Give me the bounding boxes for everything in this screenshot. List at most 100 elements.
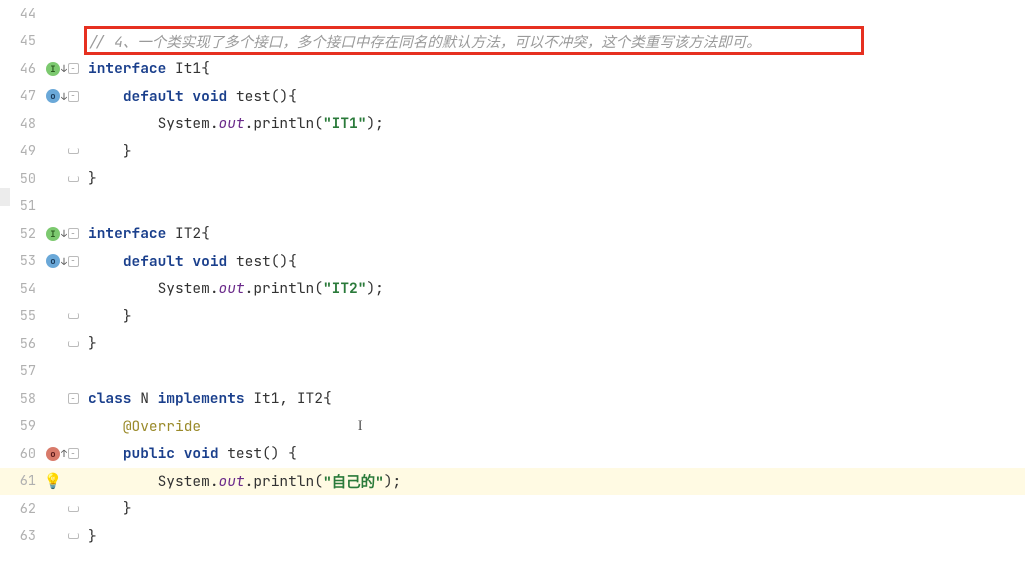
code-line[interactable]: interface IT2{	[82, 220, 1025, 248]
code-line[interactable]: }	[82, 495, 1025, 523]
fold-end-handle-icon[interactable]	[68, 148, 79, 154]
fold-end-handle-icon[interactable]	[68, 341, 79, 347]
token-field-italic: out	[219, 279, 245, 298]
token-string: "IT1"	[323, 114, 367, 133]
overridden-in-icon[interactable]: o	[46, 254, 60, 268]
line-number: 57	[0, 362, 42, 380]
indent	[88, 499, 123, 518]
line-number: 53	[0, 252, 42, 270]
code-line[interactable]	[82, 193, 1025, 221]
fold-cell	[64, 176, 82, 182]
fold-handle-icon[interactable]: −	[68, 448, 79, 459]
code-line[interactable]: @Override I	[82, 413, 1025, 441]
gutter-icon-cell: I	[42, 62, 64, 76]
code-line[interactable]: class N implements It1, IT2{	[82, 385, 1025, 413]
token-punct	[175, 444, 184, 463]
token-keyword: interface	[88, 59, 166, 78]
code-line[interactable]: default void test(){	[82, 83, 1025, 111]
indent	[88, 142, 123, 161]
code-area[interactable]: // 4、一个类实现了多个接口，多个接口中存在同名的默认方法，可以不冲突，这个类…	[82, 0, 1025, 567]
token-classname: IT2	[297, 389, 323, 408]
token-classname: IT2	[175, 224, 201, 243]
token-punct	[184, 252, 193, 271]
fold-end-handle-icon[interactable]	[68, 533, 79, 539]
line-number: 45	[0, 32, 42, 50]
line-number: 56	[0, 335, 42, 353]
fold-end-handle-icon[interactable]	[68, 506, 79, 512]
line-number: 49	[0, 142, 42, 160]
fold-end-handle-icon[interactable]	[68, 313, 79, 319]
token-keyword: default	[123, 87, 184, 106]
line-number: 60	[0, 445, 42, 463]
token-punct: .	[210, 279, 219, 298]
code-line[interactable]: // 4、一个类实现了多个接口，多个接口中存在同名的默认方法，可以不冲突，这个类…	[82, 28, 1025, 56]
code-line[interactable]	[82, 358, 1025, 386]
token-method: test	[227, 444, 262, 463]
token-method: println	[253, 279, 314, 298]
token-classname: System	[158, 114, 210, 133]
token-punct	[149, 389, 158, 408]
token-method: test	[236, 252, 271, 271]
code-line[interactable]: public void test() {	[82, 440, 1025, 468]
token-punct	[166, 59, 175, 78]
overrides-icon[interactable]: o	[46, 447, 60, 461]
gutter: 444546I−47o−4849505152I−53o−5455565758−5…	[0, 0, 82, 567]
fold-handle-icon[interactable]: −	[68, 228, 79, 239]
gutter-icon-cell: o	[42, 89, 64, 103]
token-punct: }	[88, 527, 97, 546]
token-classname: System	[158, 279, 210, 298]
token-punct: ,	[279, 389, 296, 408]
token-punct: .	[210, 114, 219, 133]
code-line[interactable]: }	[82, 138, 1025, 166]
indent	[88, 87, 123, 106]
token-punct: (){	[271, 87, 297, 106]
fold-cell: −	[64, 91, 82, 102]
indent	[88, 417, 123, 436]
fold-handle-icon[interactable]: −	[68, 91, 79, 102]
token-keyword: class	[88, 389, 132, 408]
token-keyword: void	[184, 444, 219, 463]
code-line[interactable]: }	[82, 330, 1025, 358]
token-punct: }	[88, 334, 97, 353]
code-line[interactable]: default void test(){	[82, 248, 1025, 276]
token-keyword: default	[123, 252, 184, 271]
token-punct: }	[88, 169, 97, 188]
token-field-italic: out	[219, 472, 245, 491]
token-punct: );	[384, 472, 401, 491]
token-comment: // 4、一个类实现了多个接口，多个接口中存在同名的默认方法，可以不冲突，这个类…	[88, 31, 761, 52]
implemented-by-icon[interactable]: I	[46, 62, 60, 76]
code-line[interactable]: System.out.println("自己的");	[82, 468, 1025, 496]
fold-handle-icon[interactable]: −	[68, 393, 79, 404]
line-number: 63	[0, 527, 42, 545]
intention-bulb-icon[interactable]: 💡	[44, 471, 63, 491]
gutter-icon-cell: o	[42, 447, 64, 461]
token-keyword: public	[123, 444, 175, 463]
token-punct	[132, 389, 141, 408]
left-edge-marker	[0, 188, 10, 206]
token-string: "IT2"	[323, 279, 367, 298]
code-line[interactable]: interface It1{	[82, 55, 1025, 83]
implemented-by-icon[interactable]: I	[46, 227, 60, 241]
token-punct: );	[366, 114, 383, 133]
fold-handle-icon[interactable]: −	[68, 63, 79, 74]
code-line[interactable]: System.out.println("IT2");	[82, 275, 1025, 303]
code-line[interactable]: }	[82, 303, 1025, 331]
code-line[interactable]	[82, 0, 1025, 28]
code-line[interactable]: }	[82, 523, 1025, 551]
token-punct	[219, 444, 228, 463]
line-number: 50	[0, 170, 42, 188]
indent	[88, 307, 123, 326]
token-classname: It1	[253, 389, 279, 408]
token-classname: It1	[175, 59, 201, 78]
fold-end-handle-icon[interactable]	[68, 176, 79, 182]
gutter-icon-cell: o	[42, 254, 64, 268]
code-editor[interactable]: 444546I−47o−4849505152I−53o−5455565758−5…	[0, 0, 1025, 567]
overridden-in-icon[interactable]: o	[46, 89, 60, 103]
token-punct	[166, 224, 175, 243]
token-punct	[245, 389, 254, 408]
code-line[interactable]: }	[82, 165, 1025, 193]
code-line[interactable]: System.out.println("IT1");	[82, 110, 1025, 138]
token-punct: {	[201, 224, 210, 243]
token-keyword: void	[192, 252, 227, 271]
fold-handle-icon[interactable]: −	[68, 256, 79, 267]
